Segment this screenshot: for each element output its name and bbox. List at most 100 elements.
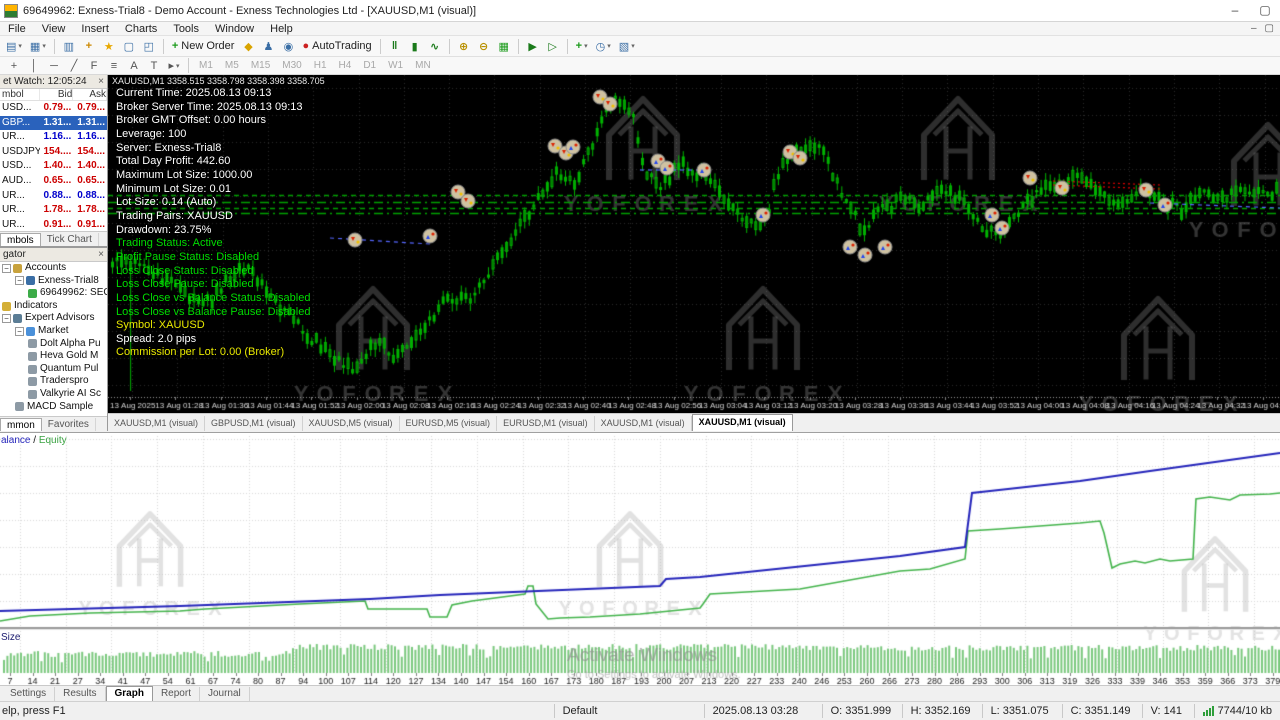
close-icon[interactable]: × [98,76,104,87]
menu-item-help[interactable]: Help [262,22,301,36]
data-window-toggle-button[interactable]: + [80,37,98,55]
experts-properties-button[interactable]: ♟ [259,37,277,55]
chart-shift-button[interactable]: ▷ [544,37,562,55]
tree-collapse-icon[interactable]: − [15,276,24,285]
market-watch-row-USD[interactable]: USD...1.40...1.40... [0,159,107,174]
menu-item-window[interactable]: Window [207,22,262,36]
navigator-item-market[interactable]: −Market [0,325,107,338]
timeframe-m15-button[interactable]: M15 [246,58,275,74]
crosshair-tool-button[interactable]: + [5,57,23,75]
text-tool-button[interactable]: A [125,57,143,75]
navigator-item-macd-sample[interactable]: MACD Sample [0,401,107,414]
chart-tab-0[interactable]: XAUUSD,M1 (visual) [108,416,205,431]
cycle-lines-tool-button[interactable]: ≡ [105,57,123,75]
tree-collapse-icon[interactable]: − [2,264,11,273]
tile-windows-button[interactable]: ▦ [495,37,513,55]
market-watch-column-0[interactable]: mbol [0,89,40,100]
chart-tab-5[interactable]: XAUUSD,M1 (visual) [595,416,692,431]
autotrading-button[interactable]: ●AutoTrading [299,37,374,55]
market-watch-row-USD[interactable]: USD...0.79...0.79... [0,101,107,116]
indicators-button[interactable]: +▾ [573,37,591,55]
navigator-tab-favorites[interactable]: Favorites [42,418,96,431]
navigator-item-dolt-alpha-pu[interactable]: Dolt Alpha Pu [0,338,107,351]
navigator-tab-mmon[interactable]: mmon [0,418,42,431]
minimize-button[interactable]: – [1220,1,1250,21]
tester-tab-graph[interactable]: Graph [106,686,153,701]
market-watch-row-AUD[interactable]: AUD...0.65...0.65... [0,174,107,189]
navigator-item-expert-advisors[interactable]: −Expert Advisors [0,312,107,325]
market-watch-column-1[interactable]: Bid [40,89,74,100]
timeframe-m30-button[interactable]: M30 [277,58,306,74]
timeframe-d1-button[interactable]: D1 [358,58,381,74]
tree-collapse-icon[interactable]: − [15,327,24,336]
tree-collapse-icon[interactable]: − [2,314,11,323]
navigator-item-valkyrie-ai-sc[interactable]: Valkyrie AI Sc [0,388,107,401]
chart-tab-4[interactable]: EURUSD,M1 (visual) [497,416,595,431]
crosshair-icon: + [11,60,17,72]
chart-tab-6[interactable]: XAUUSD,M1 (visual) [692,414,793,431]
metaeditor-button[interactable]: ◆ [239,37,257,55]
timeframe-h1-button[interactable]: H1 [309,58,332,74]
market-watch-row-GBP[interactable]: GBP...1.31...1.31... [0,116,107,131]
chart-line-button[interactable]: ∿ [426,37,444,55]
arrows-tool-button[interactable]: ▸▾ [165,57,183,75]
chart-tab-2[interactable]: XAUUSD,M5 (visual) [303,416,400,431]
market-watch-column-2[interactable]: Ask [73,89,107,100]
tester-tab-results[interactable]: Results [55,687,105,701]
market-watch-row-UR[interactable]: UR...1.78...1.78... [0,203,107,218]
market-watch-row-USDJPY[interactable]: USDJPY154....154.... [0,145,107,160]
navigator-item-69649962-sec[interactable]: 69649962: SEC [0,287,107,300]
menu-item-insert[interactable]: Insert [73,22,117,36]
menu-item-charts[interactable]: Charts [117,22,165,36]
market-watch-toggle-button[interactable]: ▥ [60,37,78,55]
chart-bars-button[interactable]: ‖ [386,37,404,55]
menu-item-file[interactable]: File [0,22,34,36]
zoom-out-button[interactable]: ⊖ [475,37,493,55]
timeframe-m1-button[interactable]: M1 [194,58,218,74]
tester-tab-report[interactable]: Report [153,687,200,701]
text-label-tool-button[interactable]: T [145,57,163,75]
menu-item-tools[interactable]: Tools [165,22,207,36]
chart-tab-3[interactable]: EURUSD,M5 (visual) [400,416,498,431]
terminal-toggle-button[interactable]: ▢ [120,37,138,55]
zoom-in-button[interactable]: ⊕ [455,37,473,55]
trendline-tool-button[interactable]: ╱ [65,57,83,75]
status-profile[interactable]: Default [554,704,704,718]
tester-tab-journal[interactable]: Journal [200,687,250,701]
navigator-item-indicators[interactable]: Indicators [0,300,107,313]
community-button[interactable]: ◉ [279,37,297,55]
chart-candles-button[interactable]: ▮ [406,37,424,55]
maximize-button[interactable]: ▢ [1250,1,1280,21]
timeframe-h4-button[interactable]: H4 [334,58,357,74]
tester-graph-canvas[interactable] [0,433,1280,686]
strategy-tester-toggle-button[interactable]: ◰ [140,37,158,55]
navigator-item-exness-trial8[interactable]: −Exness-Trial8 [0,275,107,288]
auto-scroll-button[interactable]: ▶ [524,37,542,55]
new-order-button[interactable]: +New Order [169,37,238,55]
timeframe-w1-button[interactable]: W1 [383,58,408,74]
navigator-item-heva-gold-m[interactable]: Heva Gold M [0,350,107,363]
market-watch-tab-tick-chart[interactable]: Tick Chart [41,233,99,246]
market-watch-row-UR[interactable]: UR...0.88...0.88... [0,189,107,204]
menu-item-view[interactable]: View [34,22,74,36]
close-icon[interactable]: × [98,249,104,260]
market-watch-row-UR[interactable]: UR...1.16...1.16... [0,130,107,145]
navigator-toggle-button[interactable]: ★ [100,37,118,55]
timeframe-m5-button[interactable]: M5 [220,58,244,74]
periods-button[interactable]: ◷▾ [593,37,614,55]
timeframe-mn-button[interactable]: MN [410,58,436,74]
horizontal-line-tool-button[interactable]: ─ [45,57,63,75]
chart-tab-1[interactable]: GBPUSD,M1 (visual) [205,416,303,431]
profiles-button[interactable]: ▦▾ [27,37,49,55]
fibonacci-tool-button[interactable]: F [85,57,103,75]
market-watch-tab-mbols[interactable]: mbols [0,233,41,246]
tester-tab-settings[interactable]: Settings [2,687,55,701]
templates-button[interactable]: ▧▾ [616,37,638,55]
vertical-line-tool-button[interactable]: │ [25,57,43,75]
chart-restore-button[interactable]: ▢ [1265,23,1274,34]
navigator-item-accounts[interactable]: −Accounts [0,262,107,275]
navigator-item-traderspro[interactable]: Traderspro [0,375,107,388]
chart-minimize-button[interactable]: – [1251,23,1257,34]
new-chart-button[interactable]: ▤▾ [3,37,25,55]
navigator-item-quantum-pul[interactable]: Quantum Pul [0,363,107,376]
